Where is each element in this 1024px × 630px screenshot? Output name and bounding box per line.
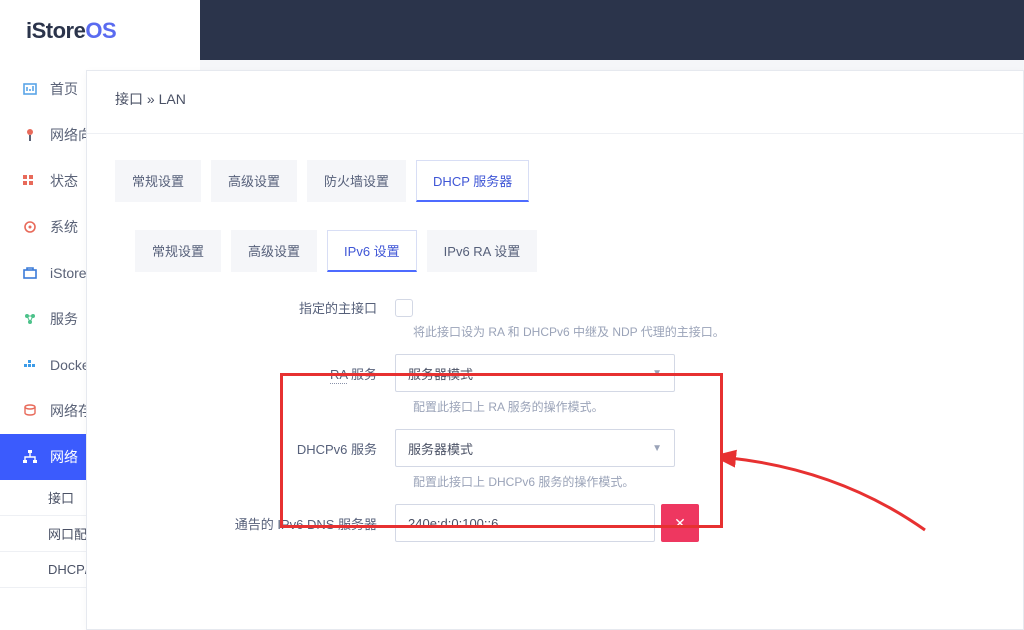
- tab-dhcp-server[interactable]: DHCP 服务器: [416, 160, 529, 202]
- tab-firewall[interactable]: 防火墙设置: [307, 160, 406, 202]
- select-ra[interactable]: 服务器模式 ▼: [395, 354, 675, 392]
- row-dns: 通告的 IPv6 DNS 服务器 240e:d:0:100::6 ✕: [135, 504, 995, 542]
- tabs-level2: 常规设置 高级设置 IPv6 设置 IPv6 RA 设置: [135, 230, 995, 272]
- docker-icon: [22, 357, 38, 373]
- help-dhcpv6: 配置此接口上 DHCPv6 服务的操作模式。: [413, 473, 995, 490]
- input-dns-value: 240e:d:0:100::6: [408, 516, 498, 531]
- select-dhcpv6[interactable]: 服务器模式 ▼: [395, 429, 675, 467]
- services-icon: [22, 311, 38, 327]
- topbar: [200, 0, 1024, 60]
- logo: iStoreOS: [0, 0, 200, 66]
- subtabs-block: 常规设置 高级设置 IPv6 设置 IPv6 RA 设置 指定的主接口 将此接口…: [115, 230, 995, 542]
- row-dhcpv6: DHCPv6 服务 服务器模式 ▼: [135, 429, 995, 467]
- chevron-down-icon: ▼: [652, 368, 662, 379]
- help-ra: 配置此接口上 RA 服务的操作模式。: [413, 398, 995, 415]
- sidebar-item-label: 服务: [50, 309, 78, 329]
- select-dhcpv6-value: 服务器模式: [408, 439, 473, 458]
- subtab-ipv6[interactable]: IPv6 设置: [327, 230, 417, 272]
- tab-general[interactable]: 常规设置: [115, 160, 201, 202]
- label-dns: 通告的 IPv6 DNS 服务器: [135, 514, 395, 533]
- label-ra-underline: RA: [330, 367, 347, 384]
- interface-modal: 接口 » LAN 常规设置 高级设置 防火墙设置 DHCP 服务器 常规设置 高…: [86, 70, 1024, 630]
- select-ra-value: 服务器模式: [408, 364, 473, 383]
- home-icon: [22, 81, 38, 97]
- sidebar-item-label: 状态: [50, 171, 78, 191]
- chevron-down-icon: ▼: [652, 443, 662, 454]
- sidebar-item-label: iStore: [50, 265, 87, 281]
- gear-icon: [22, 219, 38, 235]
- delete-dns-button[interactable]: ✕: [661, 504, 699, 542]
- sidebar-item-label: 系统: [50, 217, 78, 237]
- store-icon: [22, 265, 38, 281]
- label-master: 指定的主接口: [135, 298, 395, 317]
- label-ra: RA 服务: [135, 364, 395, 383]
- label-ra-rest: 服务: [347, 367, 377, 382]
- storage-icon: [22, 403, 38, 419]
- status-icon: [22, 173, 38, 189]
- logo-pre: iStore: [26, 18, 85, 43]
- help-master: 将此接口设为 RA 和 DHCPv6 中继及 NDP 代理的主接口。: [413, 323, 995, 340]
- subtab-general[interactable]: 常规设置: [135, 230, 221, 272]
- tab-advanced[interactable]: 高级设置: [211, 160, 297, 202]
- label-dhcpv6: DHCPv6 服务: [135, 439, 395, 458]
- row-ra: RA 服务 服务器模式 ▼: [135, 354, 995, 392]
- checkbox-master[interactable]: [395, 299, 413, 317]
- subtab-ipv6-ra[interactable]: IPv6 RA 设置: [427, 230, 538, 272]
- wizard-icon: [22, 127, 38, 143]
- subtab-advanced[interactable]: 高级设置: [231, 230, 317, 272]
- logo-accent: OS: [85, 18, 116, 43]
- tabs-level1: 常规设置 高级设置 防火墙设置 DHCP 服务器: [115, 160, 995, 202]
- modal-body: 常规设置 高级设置 防火墙设置 DHCP 服务器 常规设置 高级设置 IPv6 …: [87, 134, 1023, 574]
- input-dns[interactable]: 240e:d:0:100::6: [395, 504, 655, 542]
- sidebar-item-label: 首页: [50, 79, 78, 99]
- sidebar-item-label: 网络: [50, 447, 78, 467]
- close-icon: ✕: [674, 515, 686, 532]
- row-master: 指定的主接口: [135, 298, 995, 317]
- network-icon: [22, 449, 38, 465]
- modal-breadcrumb: 接口 » LAN: [87, 71, 1023, 134]
